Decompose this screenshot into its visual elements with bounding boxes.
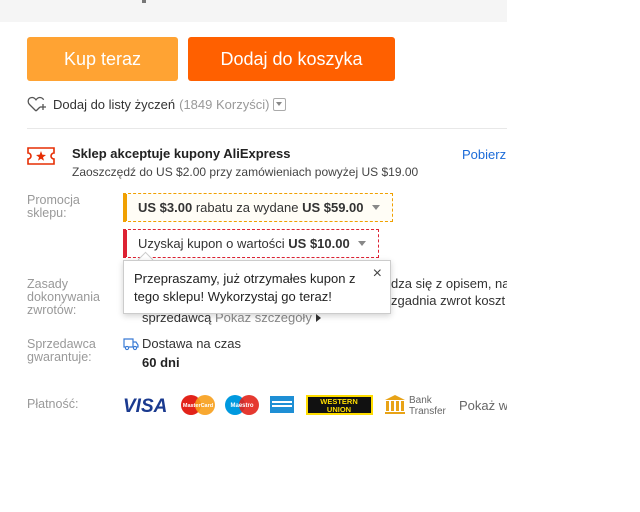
store-discount-dropdown[interactable]: US $3.00 rabatu za wydane US $59.00 bbox=[123, 193, 393, 222]
western-union-logo: WESTERN UNION bbox=[306, 395, 373, 415]
tooltip-line2: tego sklepu! Wykorzystaj go teraz! bbox=[134, 289, 332, 304]
chevron-right-icon bbox=[315, 314, 321, 322]
show-all-payments-link[interactable]: Pokaż w bbox=[459, 398, 507, 413]
guarantee-days: 60 dni bbox=[142, 355, 180, 370]
close-icon[interactable]: × bbox=[373, 266, 382, 282]
svg-text:UNION: UNION bbox=[327, 405, 351, 414]
truck-icon bbox=[123, 338, 139, 351]
tooltip-text: Przepraszamy, już otrzymałes kupon z teg… bbox=[134, 270, 364, 306]
coupon-text: Uzyskaj kupon o wartości bbox=[138, 236, 289, 251]
add-to-cart-button[interactable]: Dodaj do koszyka bbox=[188, 37, 395, 81]
wishlist-count: (1849 Korzyści) bbox=[179, 96, 270, 112]
on-time-delivery: Dostawa na czas bbox=[142, 336, 241, 351]
svg-text:Transfer: Transfer bbox=[409, 406, 447, 417]
coupon-icon bbox=[27, 147, 55, 165]
payment-methods: VISA MasterCard Maestro WESTERN UNION Ba… bbox=[123, 395, 447, 417]
guarantee-label: Sprzedawca gwarantuje: bbox=[27, 337, 96, 364]
chevron-down-icon bbox=[371, 205, 380, 210]
promotion-label: Promocja sklepu: bbox=[27, 193, 80, 220]
top-strip-fragment bbox=[142, 0, 146, 3]
divider bbox=[27, 128, 507, 129]
get-coupon-link[interactable]: Pobierz bbox=[462, 147, 506, 162]
visa-logo: VISA bbox=[123, 396, 167, 417]
top-strip bbox=[0, 0, 507, 22]
discount-threshold: US $59.00 bbox=[302, 200, 364, 215]
svg-text:Bank: Bank bbox=[409, 395, 433, 406]
returns-label: Zasady dokonywania zwrotów: bbox=[27, 277, 100, 317]
discount-text: rabatu za wydane bbox=[192, 200, 303, 215]
bank-transfer-logo: Bank Transfer bbox=[385, 395, 447, 417]
svg-text:MasterCard: MasterCard bbox=[183, 403, 213, 409]
buy-now-button[interactable]: Kup teraz bbox=[27, 37, 178, 81]
returns-text-line1: dza się z opisem, nal bbox=[391, 276, 507, 291]
tooltip-line1: Przepraszamy, już otrzymałes kupon z bbox=[134, 271, 356, 286]
discount-amount: US $3.00 bbox=[138, 200, 193, 215]
coupon-tooltip: × Przepraszamy, już otrzymałes kupon z t… bbox=[123, 260, 391, 314]
add-to-wishlist[interactable]: Dodaj do listy życzeń (1849 Korzyści) bbox=[27, 95, 287, 113]
maestro-logo: Maestro bbox=[225, 395, 259, 415]
american-express-logo bbox=[270, 396, 294, 413]
wishlist-label: Dodaj do listy życzeń bbox=[53, 96, 176, 112]
store-coupon-title: Sklep akceptuje kupony AliExpress bbox=[72, 146, 291, 161]
product-purchase-panel: Kup teraz Dodaj do koszyka Dodaj do list… bbox=[0, 0, 507, 422]
svg-text:Maestro: Maestro bbox=[230, 403, 253, 409]
store-coupon-subtitle: Zaoszczędź do US $2.00 przy zamówieniach… bbox=[72, 165, 419, 179]
mastercard-logo: MasterCard bbox=[181, 395, 215, 415]
payment-label: Płatność: bbox=[27, 397, 79, 411]
coupon-amount: US $10.00 bbox=[288, 236, 350, 251]
wishlist-dropdown-toggle[interactable] bbox=[273, 97, 287, 111]
chevron-down-icon bbox=[357, 241, 366, 246]
heart-plus-icon bbox=[27, 96, 46, 112]
get-coupon-dropdown[interactable]: Uzyskaj kupon o wartości US $10.00 bbox=[123, 229, 379, 258]
returns-text-line2: zgadnia zwrot koszt bbox=[391, 293, 506, 308]
